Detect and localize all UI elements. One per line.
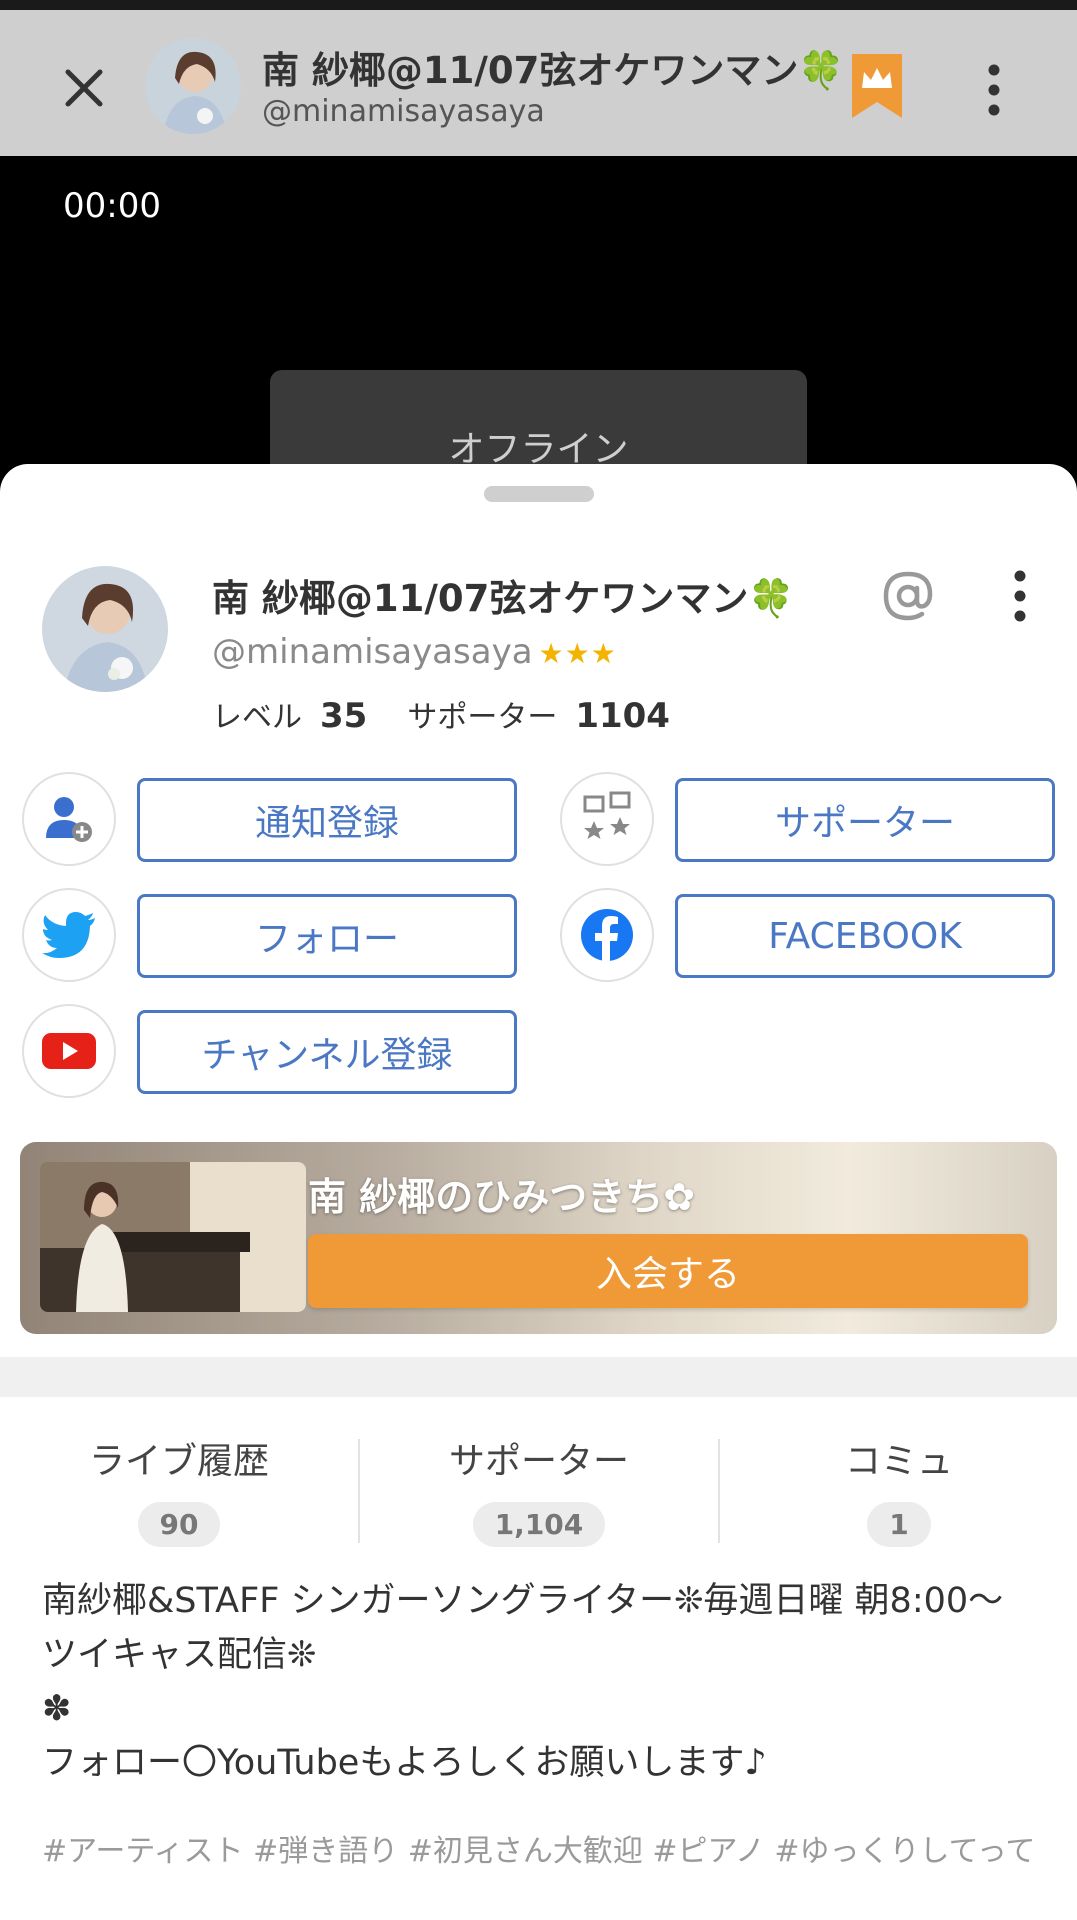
supporter-button[interactable]: サポーター <box>675 778 1055 862</box>
profile-avatar[interactable] <box>42 566 168 692</box>
crown-bookmark-icon[interactable] <box>850 52 904 120</box>
bio-line: フォロー〇YouTubeもよろしくお願いします♪ <box>42 1743 767 1783</box>
drag-handle[interactable] <box>484 486 594 502</box>
bio-line: 南紗椰&STAFF シンガーソングライター❊毎週日曜 朝8:00〜 <box>42 1581 1004 1621</box>
close-icon[interactable] <box>56 60 112 116</box>
tab-community[interactable]: コミュ 1 <box>720 1432 1077 1547</box>
profile-bio: 南紗椰&STAFF シンガーソングライター❊毎週日曜 朝8:00〜 ツイキャス配… <box>42 1574 1042 1790</box>
bio-line: ✽ <box>42 1689 72 1729</box>
supporter-count: 1104 <box>575 696 670 736</box>
tab-supporters[interactable]: サポーター 1,104 <box>360 1432 718 1547</box>
stat-count-badge: 1,104 <box>472 1502 606 1547</box>
broadcast-header: 南 紗椰@11/07弦オケワンマン🍀 @minamisayasaya <box>0 10 1077 156</box>
broadcast-timer: 00:00 <box>63 186 161 226</box>
channel-subscribe-button[interactable]: チャンネル登録 <box>137 1010 517 1094</box>
rating-stars: ★★★ <box>538 637 617 670</box>
add-user-icon[interactable] <box>22 772 116 866</box>
fanclub-join-button[interactable]: 入会する <box>308 1234 1028 1308</box>
profile-sheet: 南 紗椰@11/07弦オケワンマン🍀 @minamisayasaya ★★★ レベ… <box>0 464 1077 1920</box>
broadcaster-handle: @minamisayasaya <box>262 94 545 129</box>
supporter-label: サポーター <box>407 700 558 735</box>
level-value: 35 <box>320 696 368 736</box>
stat-count-badge: 90 <box>137 1502 221 1547</box>
follow-button[interactable]: フォロー <box>137 894 517 978</box>
supporter-stars-icon[interactable] <box>560 772 654 866</box>
status-strip <box>0 0 1077 10</box>
youtube-icon[interactable] <box>22 1004 116 1098</box>
level-row: レベル 35 サポーター 1104 <box>212 692 710 736</box>
stat-label: ライブ履歴 <box>88 1441 269 1482</box>
video-area: 00:00 オフライン <box>0 156 1077 490</box>
facebook-icon[interactable] <box>560 888 654 982</box>
stat-label: コミュ <box>844 1441 953 1482</box>
fanclub-thumbnail <box>40 1162 306 1312</box>
profile-more-icon[interactable] <box>1004 568 1036 624</box>
hashtags[interactable]: #アーティスト #弾き語り #初見さん大歓迎 #ピアノ #ゆっくりしてって <box>42 1830 1042 1874</box>
stat-label: サポーター <box>448 1441 629 1482</box>
stat-count-badge: 1 <box>867 1502 931 1547</box>
fanclub-title: 南 紗椰のひみつきち✿ <box>308 1175 696 1219</box>
facebook-button[interactable]: FACEBOOK <box>675 894 1055 978</box>
bio-line: ツイキャス配信❊ <box>42 1635 317 1675</box>
fanclub-banner[interactable]: 南 紗椰のひみつきち✿ 入会する <box>20 1142 1057 1334</box>
profile-handle-row: @minamisayasaya ★★★ <box>212 632 617 672</box>
twitter-icon[interactable] <box>22 888 116 982</box>
profile-handle: @minamisayasaya <box>212 632 533 672</box>
profile-name: 南 紗椰@11/07弦オケワンマン🍀 <box>212 577 795 620</box>
more-options-icon[interactable] <box>978 58 1010 122</box>
mention-icon[interactable] <box>880 568 936 624</box>
section-divider <box>0 1357 1077 1397</box>
tab-live-history[interactable]: ライブ履歴 90 <box>0 1432 358 1547</box>
notify-register-button[interactable]: 通知登録 <box>137 778 517 862</box>
level-label: レベル <box>212 700 302 735</box>
broadcaster-name: 南 紗椰@11/07弦オケワンマン🍀 <box>262 49 845 92</box>
avatar[interactable] <box>145 38 241 134</box>
